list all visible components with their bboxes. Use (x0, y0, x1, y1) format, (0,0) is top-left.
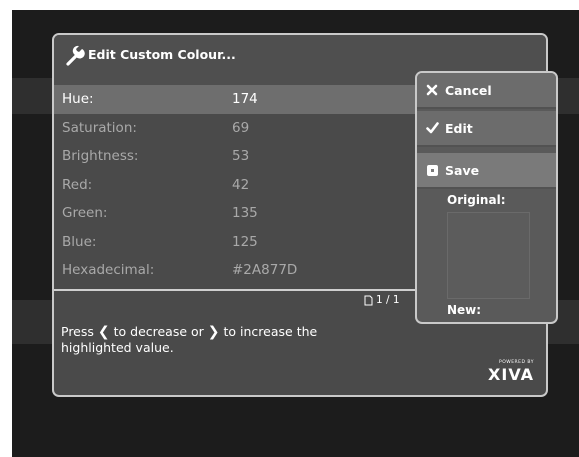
original-colour-swatch (447, 212, 530, 299)
action-menu: Cancel Edit Save Original: New: (415, 71, 558, 324)
row-label: Brightness: (62, 148, 139, 164)
save-label: Save (445, 162, 480, 178)
close-icon (425, 83, 439, 97)
page-indicator-text: 1 / 1 (376, 294, 400, 306)
row-value: 53 (232, 148, 250, 164)
row-value: 125 (232, 233, 258, 250)
save-button[interactable]: Save (417, 153, 556, 189)
edit-button[interactable]: Edit (417, 111, 556, 147)
edit-label: Edit (445, 120, 473, 136)
row-value: #2A877D (232, 262, 298, 278)
hint-text: Press (61, 324, 94, 339)
row-value: 69 (232, 119, 250, 136)
original-label: Original: (447, 193, 506, 207)
row-label: Hue: (62, 91, 94, 107)
dialog-title: Edit Custom Colour... (88, 47, 236, 62)
row-label: Blue: (62, 233, 97, 250)
row-label: Hexadecimal: (62, 262, 155, 278)
cancel-label: Cancel (445, 82, 492, 98)
save-icon (425, 163, 439, 177)
brand-logo: XIVA (488, 365, 534, 384)
page-icon (364, 295, 373, 305)
new-label: New: (447, 303, 482, 317)
row-value: 42 (232, 176, 250, 193)
left-arrow-icon: ❮ (97, 324, 110, 340)
cancel-button[interactable]: Cancel (417, 73, 556, 109)
powered-by-logo: POWERED BY XIVA (488, 360, 534, 384)
row-label: Saturation: (62, 119, 137, 136)
page-indicator: 1 / 1 (364, 294, 400, 306)
row-label: Green: (62, 205, 108, 221)
row-value: 135 (232, 205, 258, 221)
help-text: Press ❮ to decrease or ❯ to increase the… (61, 324, 391, 356)
checkmark-icon (425, 121, 439, 135)
row-label: Red: (62, 176, 93, 193)
row-value: 174 (232, 91, 258, 107)
wrench-icon (66, 45, 85, 66)
right-arrow-icon: ❯ (207, 324, 220, 340)
hint-text: to decrease or (113, 324, 204, 339)
